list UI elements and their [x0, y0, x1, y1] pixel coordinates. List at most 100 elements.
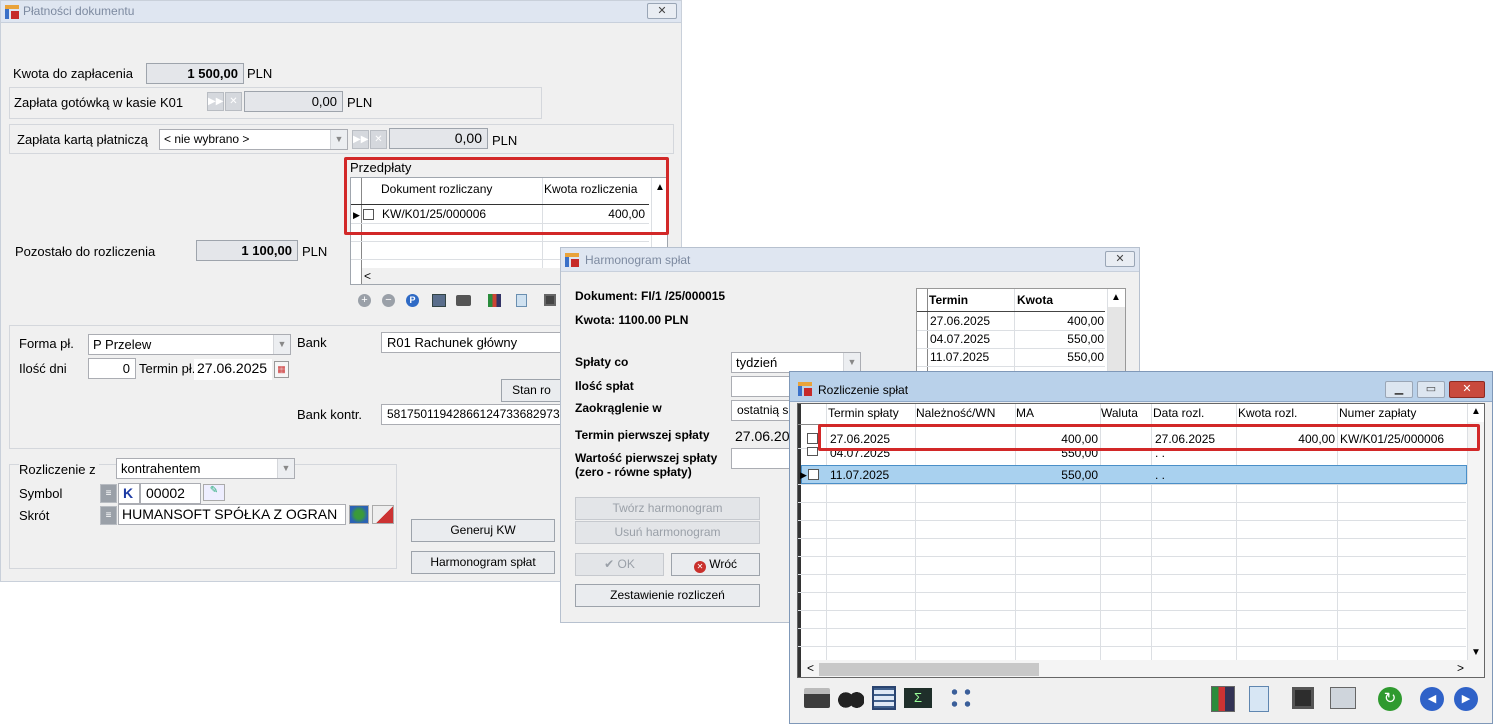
wartosc-field[interactable]	[731, 448, 791, 469]
next-icon[interactable]: ▶	[1454, 687, 1478, 711]
skrot-field[interactable]: HUMANSOFT SPÓŁKA Z OGRAN	[118, 504, 346, 525]
gotowka-field[interactable]: 0,00	[244, 91, 343, 112]
wroc-button[interactable]: ✕ Wróć	[671, 553, 760, 576]
currency-label: PLN	[302, 244, 328, 259]
column-header[interactable]: Kwota	[1017, 293, 1053, 307]
symbol-field[interactable]: 00002	[140, 483, 201, 504]
contact-icon[interactable]: ✎	[203, 484, 225, 501]
row-checkbox[interactable]	[807, 433, 818, 444]
hierarchy-icon[interactable]	[948, 686, 974, 710]
table-row[interactable]: ▶ 11.07.2025 550,00 . .	[800, 465, 1467, 484]
termin-label: Termin pł.	[139, 361, 196, 376]
save-icon[interactable]	[544, 294, 556, 306]
termin-field[interactable]: 27.06.2025	[194, 359, 272, 380]
table-icon[interactable]	[432, 294, 446, 307]
column-header[interactable]: Data rozl.	[1153, 406, 1204, 420]
column-header[interactable]: MA	[1016, 406, 1034, 420]
data-cell: . .	[1155, 468, 1166, 482]
termin-pierwszej-field[interactable]: 27.06.20	[735, 428, 790, 444]
title-bar[interactable]: Płatności dokumentu ✕	[1, 1, 681, 23]
fill-amount-icon[interactable]: ▶▶	[352, 130, 369, 149]
close-button[interactable]: ✕	[1449, 381, 1485, 398]
chevron-down-icon[interactable]: ▼	[843, 353, 860, 372]
row-checkbox[interactable]	[807, 447, 818, 456]
ilosc-dni-field[interactable]: 0	[88, 358, 136, 379]
zaokraglenie-field[interactable]: ostatnią s	[731, 400, 791, 421]
chevron-down-icon[interactable]: ▼	[273, 335, 290, 354]
wartosc-sublabel: (zero - równe spłaty)	[575, 465, 692, 479]
przedplaty-toolbar: + − P	[358, 293, 568, 311]
vertical-scrollbar[interactable]: ▼	[1468, 422, 1484, 660]
scrollbar-thumb[interactable]	[819, 663, 1039, 676]
edit-icon[interactable]	[372, 505, 394, 524]
ilosc-splat-field[interactable]	[731, 376, 791, 397]
copy-icon[interactable]	[1330, 687, 1356, 709]
refresh-icon[interactable]: ↻	[1378, 687, 1402, 711]
zestawienie-rozliczen-button[interactable]: Zestawienie rozliczeń	[575, 584, 760, 607]
harmonogram-splat-button[interactable]: Harmonogram spłat	[411, 551, 555, 574]
ok-button[interactable]: ✔ OK	[575, 553, 664, 576]
window-title: Rozliczenie spłat	[818, 383, 909, 397]
binoculars-icon[interactable]	[838, 688, 864, 708]
title-bar[interactable]: Rozliczenie spłat ▁ ▭ ✕	[790, 372, 1492, 402]
scroll-down-icon[interactable]: ▼	[1471, 647, 1481, 658]
harmonogram-kwota-cell: 400,00	[1067, 314, 1104, 328]
title-bar[interactable]: Harmonogram spłat ✕	[561, 248, 1139, 272]
add-icon[interactable]: +	[358, 294, 371, 307]
printer-icon[interactable]	[804, 688, 830, 708]
list-icon[interactable]: ≡	[100, 506, 117, 525]
globe-icon[interactable]	[349, 505, 369, 524]
column-header[interactable]: Numer zapłaty	[1339, 406, 1416, 420]
column-header[interactable]: Termin spłaty	[828, 406, 899, 420]
row-checkbox[interactable]	[808, 469, 819, 480]
chevron-down-icon[interactable]: ▼	[277, 459, 294, 478]
column-header[interactable]: Termin	[929, 293, 968, 307]
scroll-left-icon[interactable]: <	[807, 661, 814, 675]
clear-icon[interactable]: ✕	[225, 92, 242, 111]
save-icon[interactable]	[1292, 687, 1314, 709]
tworz-harmonogram-button[interactable]: Twórz harmonogram	[575, 497, 760, 520]
p-icon[interactable]: P	[406, 294, 419, 307]
chevron-down-icon[interactable]: ▼	[330, 130, 347, 149]
symbol-label: Symbol	[19, 486, 63, 501]
maximize-button[interactable]: ▭	[1417, 381, 1445, 398]
clear-icon[interactable]: ✕	[370, 130, 387, 149]
scroll-up-icon[interactable]: ▲	[1111, 292, 1121, 303]
fill-amount-icon[interactable]: ▶▶	[207, 92, 224, 111]
scroll-up-icon[interactable]: ▲	[1471, 406, 1481, 417]
document-icon[interactable]	[516, 294, 527, 307]
rozliczenie-toolbar: Σ ↻ ◀ ▶	[800, 682, 1485, 718]
list-icon[interactable]: ≡	[100, 484, 117, 503]
chart-icon[interactable]	[488, 294, 501, 307]
table-icon[interactable]	[872, 686, 896, 710]
forma-select[interactable]: P Przelew ▼	[88, 334, 291, 355]
document-icon[interactable]	[1249, 686, 1269, 712]
column-header[interactable]: Kwota rozl.	[1238, 406, 1297, 420]
kwota-label: Kwota: 1100.00 PLN	[575, 313, 689, 327]
rozliczenie-select-value: kontrahentem	[121, 461, 201, 476]
column-header[interactable]: Waluta	[1101, 406, 1138, 420]
minimize-button[interactable]: ▁	[1385, 381, 1413, 398]
forma-select-value: P Przelew	[93, 337, 152, 352]
column-header[interactable]: Należność/WN	[916, 406, 995, 420]
stan-button[interactable]: Stan ro	[501, 379, 561, 402]
bank-kontr-field[interactable]: 58175011942866124733682973	[381, 404, 561, 425]
karta-field[interactable]: 0,00	[389, 128, 488, 149]
calendar-icon[interactable]: ▦	[274, 361, 289, 378]
card-icon[interactable]	[456, 295, 471, 306]
close-button[interactable]: ✕	[647, 3, 677, 19]
generuj-kw-button[interactable]: Generuj KW	[411, 519, 555, 542]
chart-icon[interactable]	[1211, 686, 1235, 712]
splaty-co-select[interactable]: tydzień ▼	[731, 352, 861, 373]
previous-icon[interactable]: ◀	[1420, 687, 1444, 711]
rozliczenie-select[interactable]: kontrahentem ▼	[116, 458, 295, 479]
sum-icon[interactable]: Σ	[904, 688, 932, 708]
close-button[interactable]: ✕	[1105, 251, 1135, 267]
karta-select[interactable]: < nie wybrano > ▼	[159, 129, 348, 150]
bank-field[interactable]: R01 Rachunek główny	[381, 332, 561, 353]
usun-harmonogram-button[interactable]: Usuń harmonogram	[575, 521, 760, 544]
horizontal-scrollbar[interactable]: < >	[801, 660, 1484, 677]
remove-icon[interactable]: −	[382, 294, 395, 307]
scroll-right-icon[interactable]: >	[1457, 661, 1464, 675]
highlight-frame-rozliczenie	[818, 424, 1480, 451]
